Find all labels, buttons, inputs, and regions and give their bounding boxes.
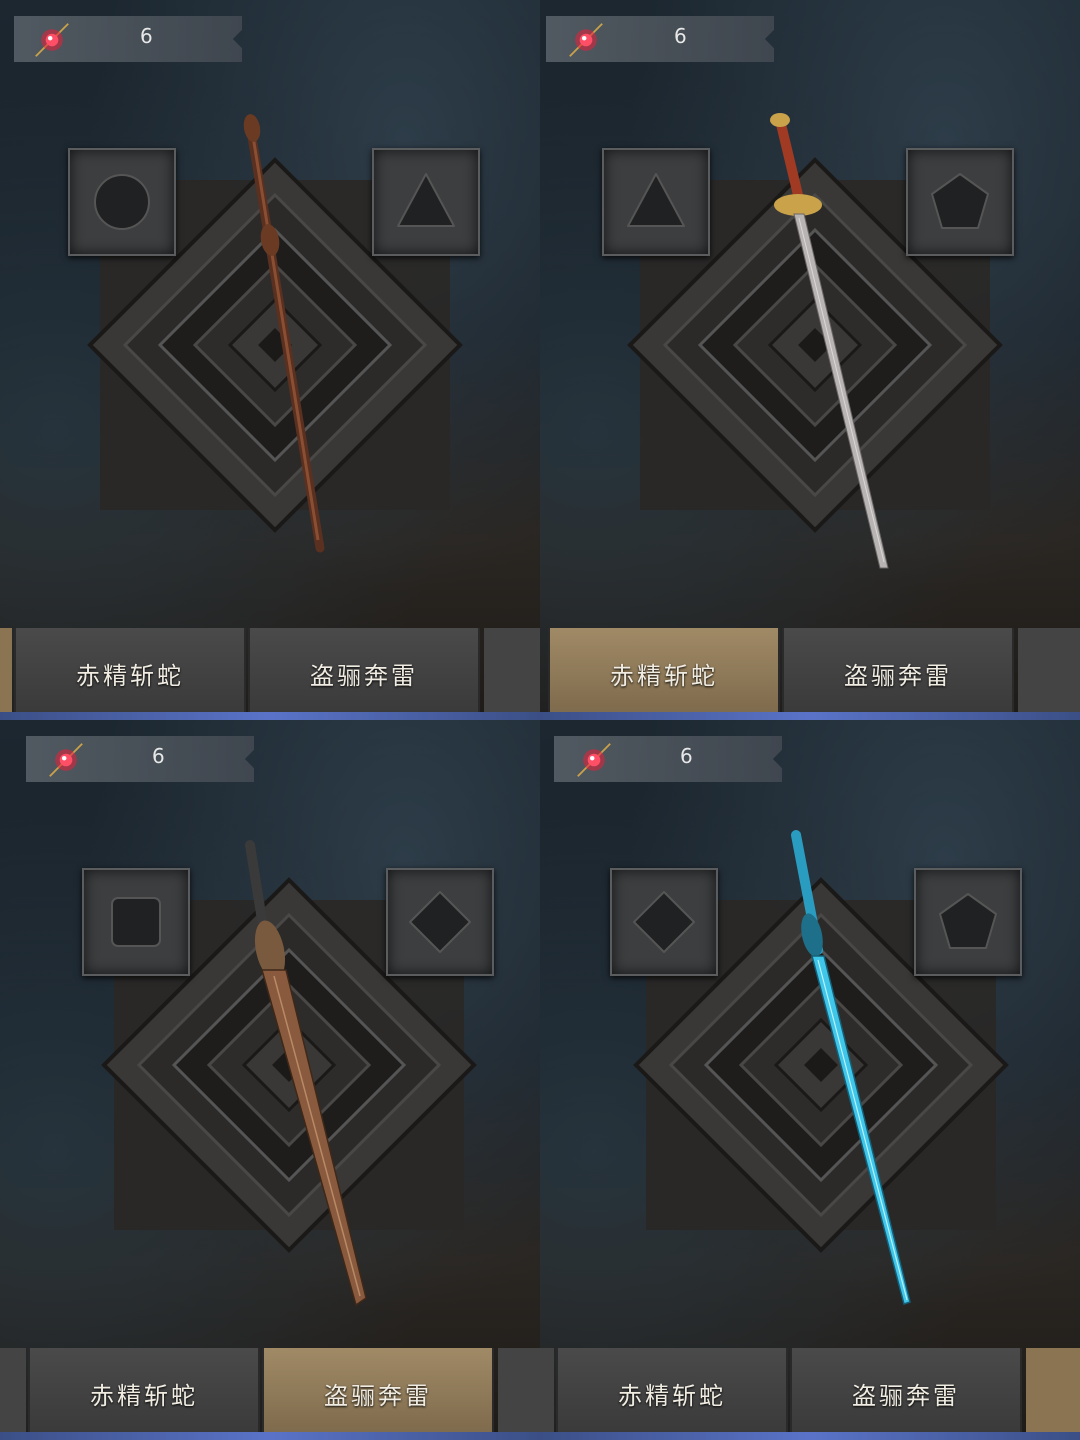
resource-count: 6 xyxy=(680,744,693,768)
slot-circle[interactable] xyxy=(68,148,176,256)
tab-label: 赤精斩蛇 xyxy=(76,662,184,690)
slot-diamond[interactable] xyxy=(610,868,718,976)
tab-underline xyxy=(0,712,540,720)
tab-daoli-benlei[interactable]: 盗骊奔雷 xyxy=(790,1348,1022,1434)
slot-diamond[interactable] xyxy=(386,868,494,976)
pentagon-icon xyxy=(939,893,997,949)
circle-icon xyxy=(94,174,150,230)
slot-square[interactable] xyxy=(82,868,190,976)
screenshot-grid: 6 赤精斩蛇 盗骊奔雷 6 赤精斩蛇 盗骊奔雷 6 赤精斩蛇 盗骊奔雷 6 赤精… xyxy=(0,0,1080,1440)
tab-label: 赤精斩蛇 xyxy=(610,662,718,690)
pentagon-icon xyxy=(931,173,989,229)
game-panel-3: 6 赤精斩蛇 盗骊奔雷 xyxy=(0,720,540,1440)
slot-pentagon[interactable] xyxy=(914,868,1022,976)
tab-underline xyxy=(0,1432,540,1440)
tab-label: 盗骊奔雷 xyxy=(852,1382,960,1410)
resource-count: 6 xyxy=(140,24,153,48)
weapon-tab-bar: 赤精斩蛇 盗骊奔雷 xyxy=(540,1348,1080,1440)
resource-count: 6 xyxy=(152,744,165,768)
tab-daoli-benlei[interactable]: 盗骊奔雷 xyxy=(782,628,1014,714)
weapon-tab-bar: 赤精斩蛇 盗骊奔雷 xyxy=(0,1348,540,1440)
slot-triangle[interactable] xyxy=(372,148,480,256)
tab-daoli-benlei[interactable]: 盗骊奔雷 xyxy=(248,628,480,714)
tab-label: 盗骊奔雷 xyxy=(844,662,952,690)
tab-chijing-zhanshe[interactable]: 赤精斩蛇 xyxy=(548,628,780,714)
tab-label: 赤精斩蛇 xyxy=(618,1382,726,1410)
weapon-tab-bar: 赤精斩蛇 盗骊奔雷 xyxy=(540,628,1080,720)
tab-label: 盗骊奔雷 xyxy=(324,1382,432,1410)
square-icon xyxy=(111,897,161,947)
triangle-icon xyxy=(627,173,685,227)
triangle-icon xyxy=(397,173,455,227)
tab-edge-right xyxy=(498,1348,540,1434)
tab-chijing-zhanshe[interactable]: 赤精斩蛇 xyxy=(14,628,246,714)
red-crystal-icon xyxy=(49,743,83,777)
red-crystal-icon xyxy=(577,743,611,777)
weapon-tab-bar: 赤精斩蛇 盗骊奔雷 xyxy=(0,628,540,720)
tab-edge-right xyxy=(1018,628,1080,714)
game-panel-4: 6 赤精斩蛇 盗骊奔雷 xyxy=(540,720,1080,1440)
tab-chijing-zhanshe[interactable]: 赤精斩蛇 xyxy=(28,1348,260,1434)
diamond-icon xyxy=(409,891,471,953)
tab-underline xyxy=(540,1432,1080,1440)
tab-edge-right xyxy=(1026,1348,1080,1434)
slot-triangle[interactable] xyxy=(602,148,710,256)
game-panel-1: 6 赤精斩蛇 盗骊奔雷 xyxy=(0,0,540,720)
slot-pentagon[interactable] xyxy=(906,148,1014,256)
resource-count: 6 xyxy=(674,24,687,48)
red-crystal-icon xyxy=(35,23,69,57)
tab-label: 赤精斩蛇 xyxy=(90,1382,198,1410)
tab-edge-right xyxy=(484,628,540,714)
tab-chijing-zhanshe[interactable]: 赤精斩蛇 xyxy=(556,1348,788,1434)
tab-underline xyxy=(540,712,1080,720)
tab-daoli-benlei[interactable]: 盗骊奔雷 xyxy=(262,1348,494,1434)
red-crystal-icon xyxy=(569,23,603,57)
tab-edge-left xyxy=(540,1348,554,1434)
tab-edge-left xyxy=(0,1348,26,1434)
game-panel-2: 6 赤精斩蛇 盗骊奔雷 xyxy=(540,0,1080,720)
tab-edge-left xyxy=(0,628,12,714)
diamond-icon xyxy=(633,891,695,953)
tab-label: 盗骊奔雷 xyxy=(310,662,418,690)
